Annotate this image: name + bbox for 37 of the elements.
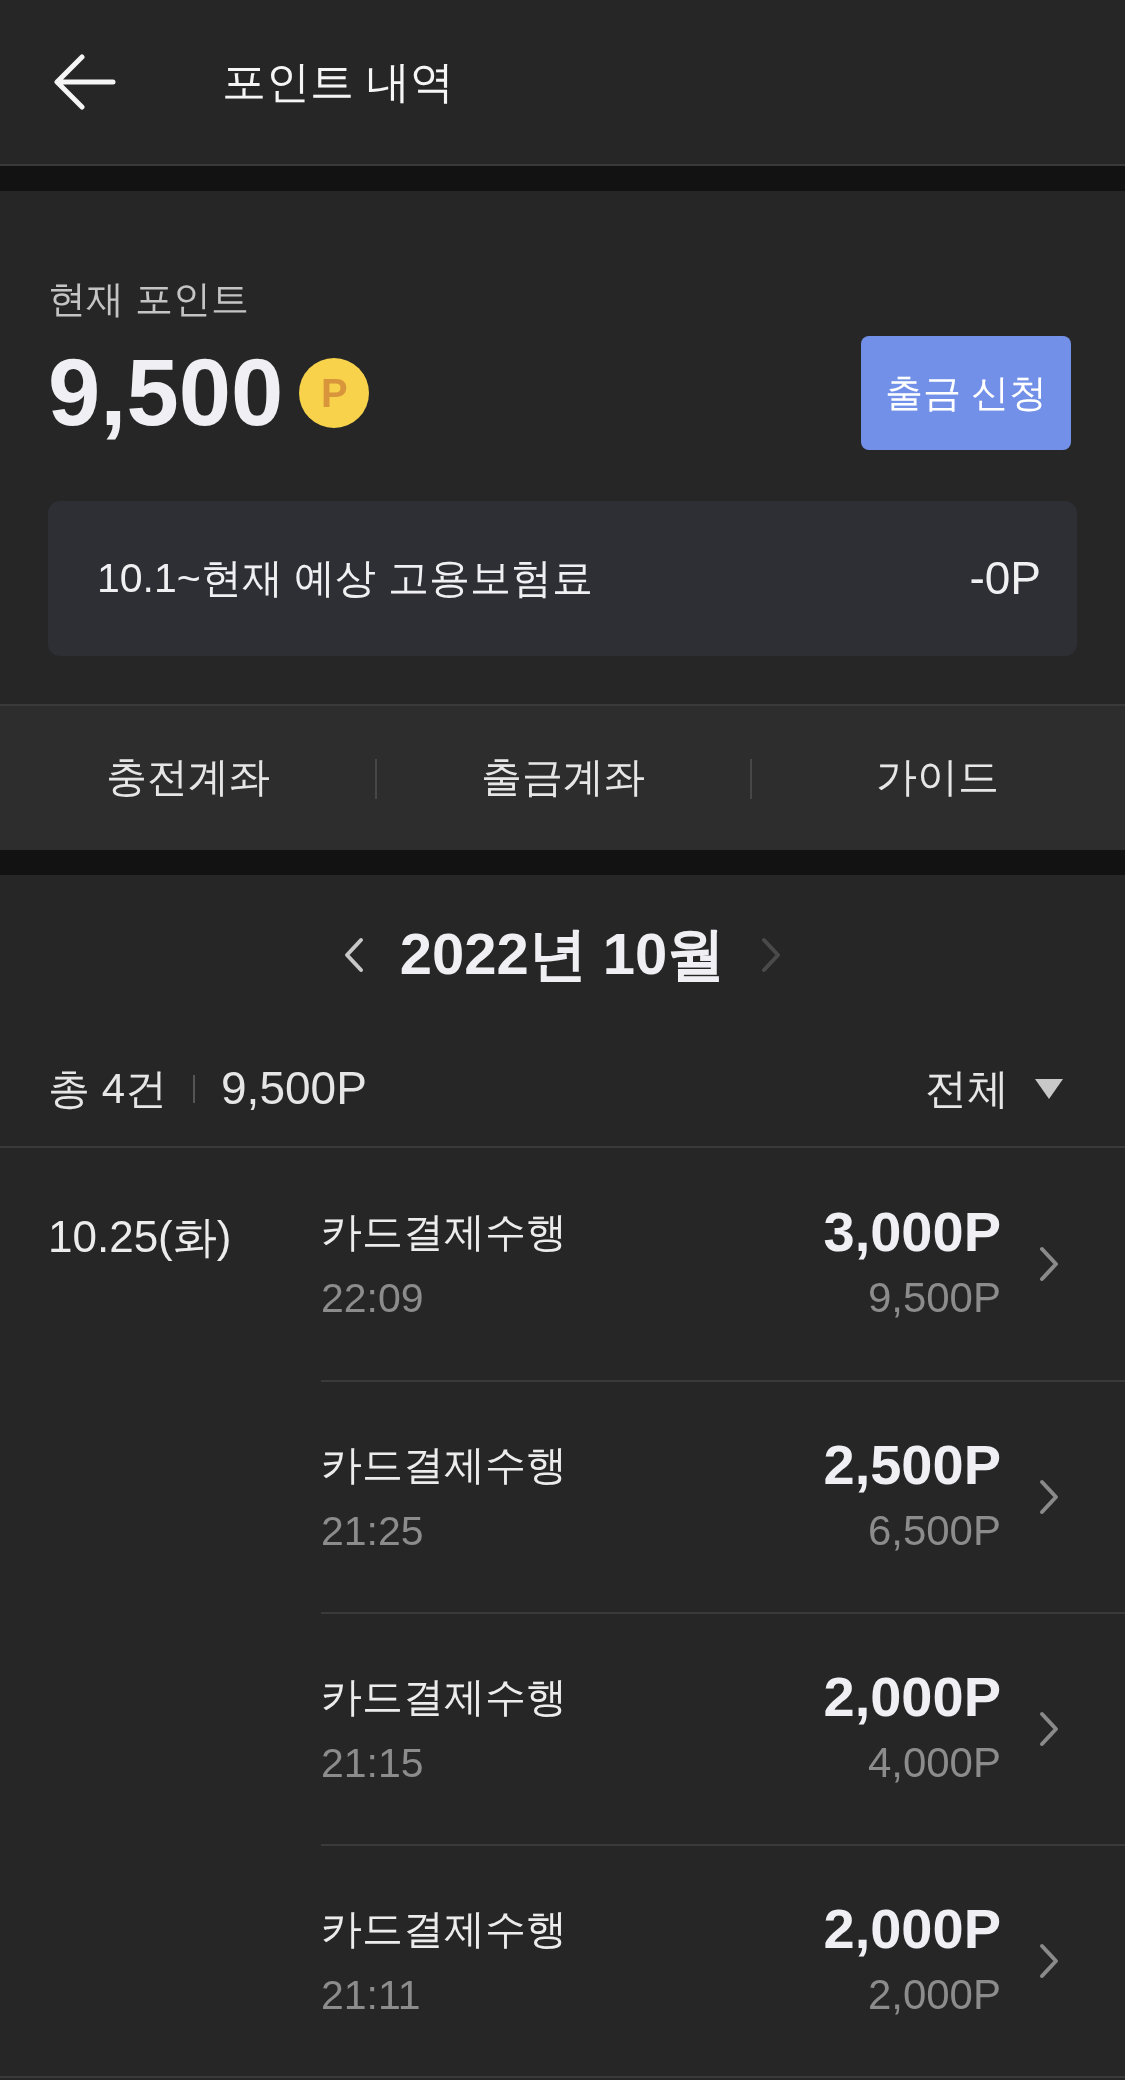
transaction-amount: 2,500P	[823, 1438, 1001, 1492]
chevron-right-icon[interactable]	[1039, 1246, 1059, 1282]
balance-label: 현재 포인트	[48, 278, 249, 320]
menu-link[interactable]: 출금계좌	[480, 747, 645, 809]
chevron-right-icon[interactable]	[1039, 1943, 1059, 1979]
transaction-amount: 2,000P	[823, 1902, 1001, 1956]
transaction-date: 10.25(화)	[48, 1211, 232, 1263]
transaction-time: 22:09	[321, 1274, 424, 1323]
transaction-time: 21:25	[321, 1507, 424, 1556]
transaction-time: 21:15	[321, 1739, 424, 1788]
caret-icon	[1035, 1078, 1063, 1099]
transaction-count: 총 4건	[48, 1064, 168, 1114]
point-coin: P	[299, 358, 370, 428]
point-balance: 9,500	[48, 341, 284, 445]
month-title: 2022년 10월	[399, 920, 726, 988]
insurance-value: -0P	[969, 551, 1041, 606]
transaction-amount: 2,000P	[823, 1670, 1001, 1724]
menu-link[interactable]: 충전계좌	[105, 747, 270, 809]
insurance-label: 10.1~현재 예상 고용보험료	[97, 553, 593, 603]
back-arrow-icon[interactable]	[54, 54, 116, 110]
page-title: 포인트 내역	[222, 56, 455, 108]
transaction-title: 카드결제수행	[321, 1208, 567, 1257]
balance-after: 6,500P	[867, 1506, 1001, 1556]
filter-dropdown[interactable]: 전체	[925, 1057, 1063, 1120]
transaction-amount: 3,000P	[823, 1205, 1001, 1259]
balance-after: 2,000P	[867, 1970, 1001, 2020]
transaction-title: 카드결제수행	[321, 1905, 567, 1954]
chevron-left-icon[interactable]	[343, 937, 364, 973]
balance-after: 4,000P	[867, 1738, 1001, 1788]
transaction-time: 21:11	[321, 1971, 421, 2020]
chevron-right-icon[interactable]	[1039, 1711, 1059, 1747]
balance-after: 9,500P	[867, 1273, 1001, 1323]
transaction-total: 9,500P	[221, 1061, 367, 1116]
transaction-title: 카드결제수행	[321, 1673, 567, 1722]
chevron-right-icon[interactable]	[1039, 1479, 1059, 1515]
menu-link[interactable]: 가이드	[876, 747, 999, 809]
transaction-title: 카드결제수행	[321, 1441, 567, 1490]
